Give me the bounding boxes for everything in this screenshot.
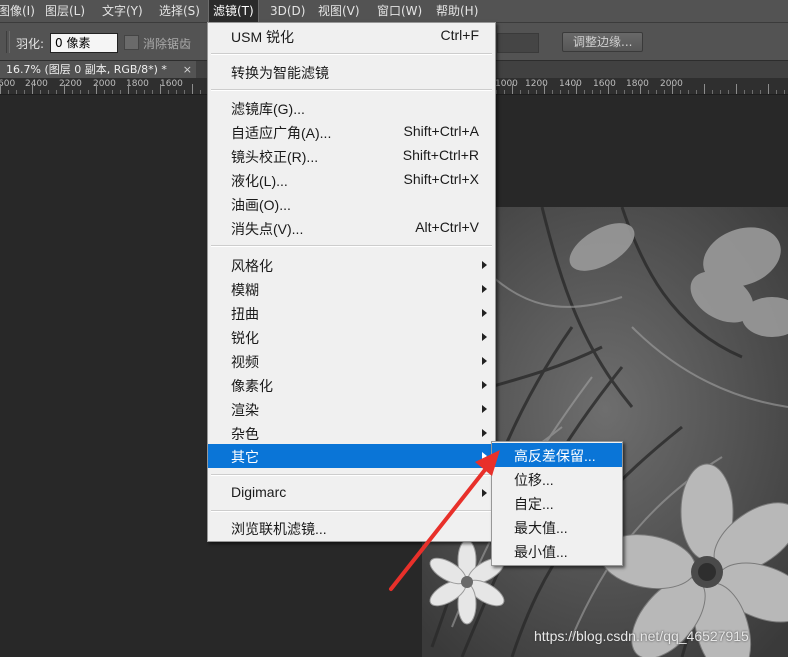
annotation-arrow-shaft <box>389 464 490 591</box>
annotation-arrow-head <box>475 450 500 476</box>
annotation-arrow <box>389 450 500 591</box>
